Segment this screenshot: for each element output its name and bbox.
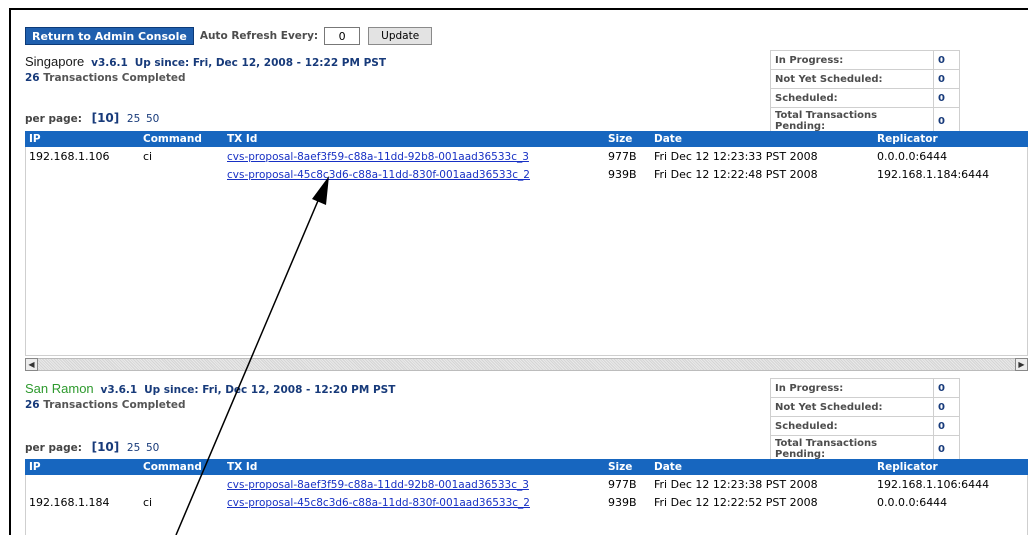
callout-arrow-icon (175, 176, 329, 535)
